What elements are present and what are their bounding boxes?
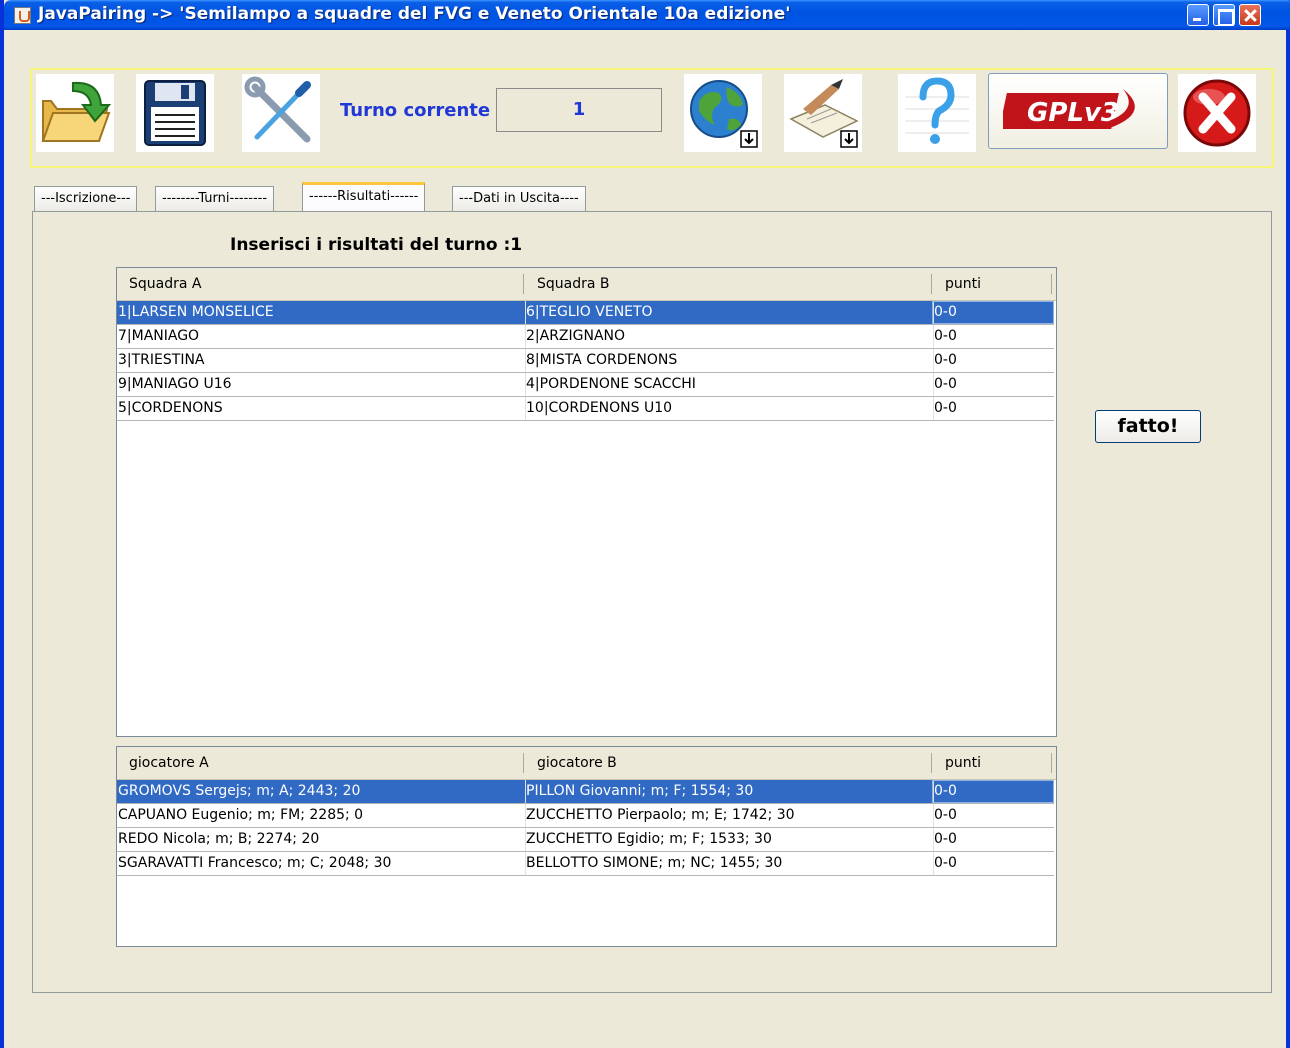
column-header-punti[interactable]: punti: [945, 755, 981, 771]
column-header-squadra-a[interactable]: Squadra A: [129, 276, 201, 292]
java-app-icon[interactable]: [14, 7, 31, 24]
table-cell[interactable]: REDO Nicola; m; B; 2274; 20: [118, 831, 319, 847]
gpl-license-button[interactable]: GPLv3: [988, 73, 1168, 149]
current-round-field[interactable]: 1: [496, 88, 662, 132]
globe-export-icon[interactable]: [684, 74, 762, 152]
tools-icon[interactable]: [242, 74, 320, 152]
open-folder-icon[interactable]: [36, 74, 114, 152]
column-header-giocatore-b[interactable]: giocatore B: [537, 755, 617, 771]
table-cell[interactable]: 4|PORDENONE SCACCHI: [526, 376, 696, 392]
table-cell[interactable]: 3|TRIESTINA: [118, 352, 205, 368]
window-title: JavaPairing -> 'Semilampo a squadre del …: [38, 4, 791, 24]
table-row[interactable]: 1|LARSEN MONSELICE 6|TEGLIO VENETO 0-0: [117, 301, 1054, 325]
table-cell[interactable]: 8|MISTA CORDENONS: [526, 352, 677, 368]
tab-turni[interactable]: --------Turni--------: [155, 186, 275, 211]
table-cell[interactable]: 7|MANIAGO: [118, 328, 199, 344]
help-icon[interactable]: [898, 74, 976, 152]
maximize-button[interactable]: [1213, 4, 1235, 26]
table-row[interactable]: SGARAVATTI Francesco; m; C; 2048; 30 BELL…: [117, 852, 1054, 876]
minimize-button[interactable]: [1187, 4, 1209, 26]
table-cell[interactable]: 0-0: [934, 328, 957, 344]
results-heading: Inserisci i risultati del turno :1: [230, 235, 523, 255]
table-cell[interactable]: 10|CORDENONS U10: [526, 400, 672, 416]
table-row[interactable]: 3|TRIESTINA 8|MISTA CORDENONS 0-0: [117, 349, 1054, 373]
table-cell[interactable]: ZUCCHETTO Pierpaolo; m; E; 1742; 30: [526, 807, 795, 823]
toolbar: Turno corrente 1 GPLv3: [30, 68, 1274, 168]
done-button[interactable]: fatto!: [1095, 410, 1201, 443]
tab-risultati[interactable]: ------Risultati------: [302, 182, 426, 212]
table-cell[interactable]: ZUCCHETTO Egidio; m; F; 1533; 30: [526, 831, 772, 847]
table-cell[interactable]: 0-0: [934, 807, 957, 823]
table-cell[interactable]: SGARAVATTI Francesco; m; C; 2048; 30: [118, 855, 391, 871]
table-cell[interactable]: 1|LARSEN MONSELICE: [118, 304, 274, 320]
exit-icon[interactable]: [1178, 74, 1256, 152]
current-round-label: Turno corrente: [340, 100, 491, 121]
table-row[interactable]: 7|MANIAGO 2|ARZIGNANO 0-0: [117, 325, 1054, 349]
teams-table-header: Squadra A Squadra B punti: [117, 268, 1056, 301]
table-cell[interactable]: 5|CORDENONS: [118, 400, 223, 416]
table-cell[interactable]: 2|ARZIGNANO: [526, 328, 625, 344]
table-cell[interactable]: 9|MANIAGO U16: [118, 376, 232, 392]
table-cell[interactable]: BELLOTTO SIMONE; m; NC; 1455; 30: [526, 855, 782, 871]
column-header-squadra-b[interactable]: Squadra B: [537, 276, 610, 292]
document-export-icon[interactable]: [784, 74, 862, 152]
column-header-punti[interactable]: punti: [945, 276, 981, 292]
table-cell[interactable]: 0-0: [934, 831, 957, 847]
table-cell[interactable]: 0-0: [934, 855, 957, 871]
table-cell[interactable]: 6|TEGLIO VENETO: [526, 304, 653, 320]
tab-iscrizione[interactable]: ---Iscrizione---: [34, 186, 138, 211]
table-row[interactable]: 5|CORDENONS 10|CORDENONS U10 0-0: [117, 397, 1054, 421]
save-floppy-icon[interactable]: [136, 74, 214, 152]
close-window-button[interactable]: [1239, 4, 1261, 26]
table-row[interactable]: 9|MANIAGO U16 4|PORDENONE SCACCHI 0-0: [117, 373, 1054, 397]
players-table-header: giocatore A giocatore B punti: [117, 747, 1056, 780]
table-row[interactable]: GROMOVS Sergejs; m; A; 2443; 20 PILLON Gi…: [117, 780, 1054, 804]
table-row[interactable]: CAPUANO Eugenio; m; FM; 2285; 0 ZUCCHETTO…: [117, 804, 1054, 828]
table-cell[interactable]: CAPUANO Eugenio; m; FM; 2285; 0: [118, 807, 363, 823]
players-table[interactable]: giocatore A giocatore B punti GROMOVS Se…: [116, 746, 1057, 947]
column-header-giocatore-a[interactable]: giocatore A: [129, 755, 209, 771]
table-row[interactable]: REDO Nicola; m; B; 2274; 20 ZUCCHETTO Egi…: [117, 828, 1054, 852]
table-cell[interactable]: 0-0: [934, 376, 957, 392]
teams-table[interactable]: Squadra A Squadra B punti 1|LARSEN MONSE…: [116, 267, 1057, 737]
tab-dati-in-uscita[interactable]: ---Dati in Uscita----: [452, 186, 586, 211]
table-cell[interactable]: GROMOVS Sergejs; m; A; 2443; 20: [118, 783, 360, 799]
title-bar[interactable]: JavaPairing -> 'Semilampo a squadre del …: [4, 0, 1290, 30]
main-window: JavaPairing -> 'Semilampo a squadre del …: [0, 0, 1290, 1048]
gpl-logo: GPLv3: [1003, 89, 1135, 129]
table-cell[interactable]: 0-0: [934, 400, 957, 416]
table-cell[interactable]: 0-0: [934, 352, 957, 368]
table-cell[interactable]: PILLON Giovanni; m; F; 1554; 30: [526, 783, 753, 799]
